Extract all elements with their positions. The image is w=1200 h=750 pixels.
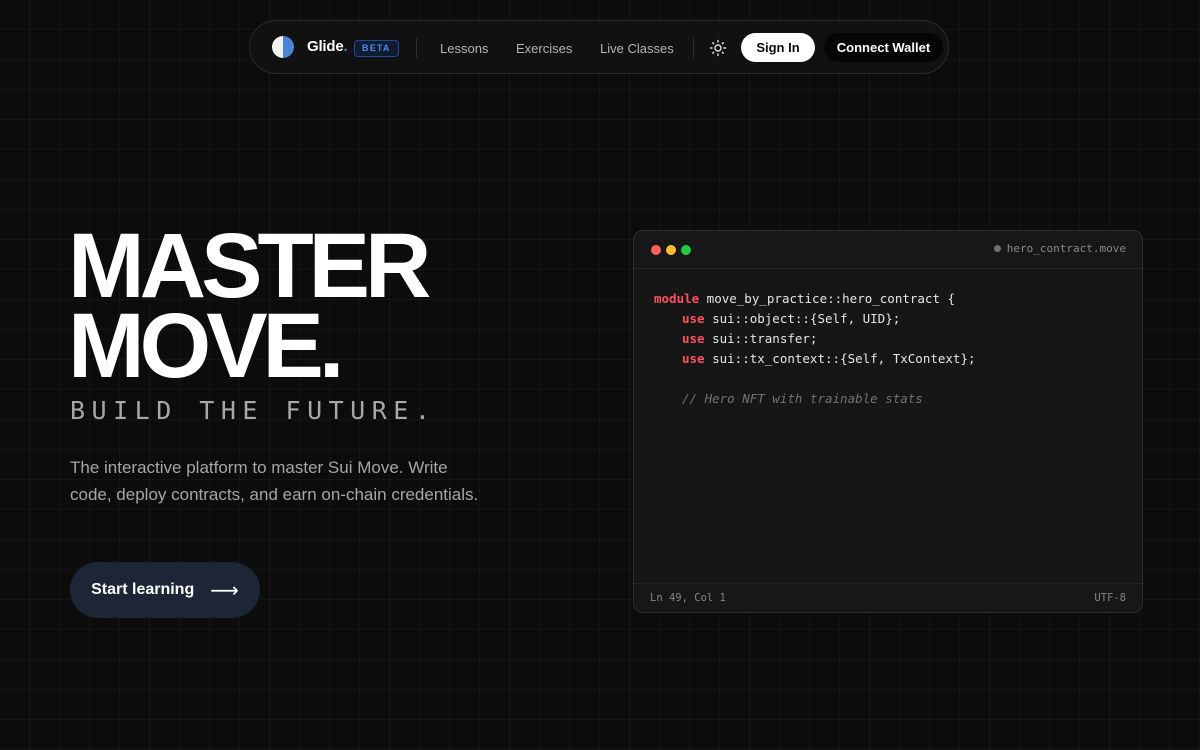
file-name: hero_contract.move xyxy=(1006,242,1126,255)
sun-icon[interactable] xyxy=(709,39,727,57)
start-learning-label: Start learning xyxy=(91,581,195,598)
sign-in-button[interactable]: Sign In xyxy=(741,33,815,62)
nav-link-exercises[interactable]: Exercises xyxy=(516,41,572,56)
nav-link-live-classes[interactable]: Live Classes xyxy=(600,41,674,56)
nav-divider xyxy=(416,38,417,58)
cursor-position: Ln 49, Col 1 xyxy=(650,592,726,604)
code-line: use sui::transfer; xyxy=(682,331,818,346)
file-tab[interactable]: hero_contract.move xyxy=(993,242,1126,255)
hero-subtitle: BUILD THE FUTURE. xyxy=(70,396,437,425)
hero-description: The interactive platform to master Sui M… xyxy=(70,458,479,504)
arrow-right-icon: ⟶ xyxy=(210,579,239,602)
file-status-icon xyxy=(993,245,1001,252)
start-learning-button[interactable]: Start learning ⟶ xyxy=(70,562,260,618)
maximize-window-dot[interactable] xyxy=(681,245,691,255)
brand-name[interactable]: Glide. xyxy=(307,38,348,55)
editor-header: hero_contract.move xyxy=(634,231,1142,269)
code-line: module move_by_practice::hero_contract { xyxy=(654,291,956,306)
nav-link-lessons[interactable]: Lessons xyxy=(440,41,488,56)
code-content[interactable]: module move_by_practice::hero_contract {… xyxy=(654,289,976,409)
hero-title: MASTER MOVE. xyxy=(68,215,431,397)
editor-status-bar: Ln 49, Col 1 UTF-8 xyxy=(634,583,1142,612)
code-line: use sui::object::{Self, UID}; xyxy=(682,311,901,326)
hero-title-line-2: MOVE. xyxy=(68,295,344,397)
close-window-dot[interactable] xyxy=(651,245,661,255)
beta-badge: BETA xyxy=(354,40,399,57)
file-encoding: UTF-8 xyxy=(1094,592,1126,604)
connect-wallet-button[interactable]: Connect Wallet xyxy=(824,33,943,62)
code-comment: // Hero NFT with trainable stats xyxy=(682,391,923,406)
code-editor: hero_contract.move module move_by_practi… xyxy=(633,230,1143,613)
nav-divider xyxy=(693,38,694,58)
hero-title-line-1: MASTER xyxy=(68,215,431,317)
code-line: use sui::tx_context::{Self, TxContext}; xyxy=(682,351,976,366)
top-navigation: Glide. BETA Lessons Exercises Live Class… xyxy=(249,20,949,74)
logo-icon[interactable] xyxy=(272,36,294,58)
minimize-window-dot[interactable] xyxy=(666,245,676,255)
